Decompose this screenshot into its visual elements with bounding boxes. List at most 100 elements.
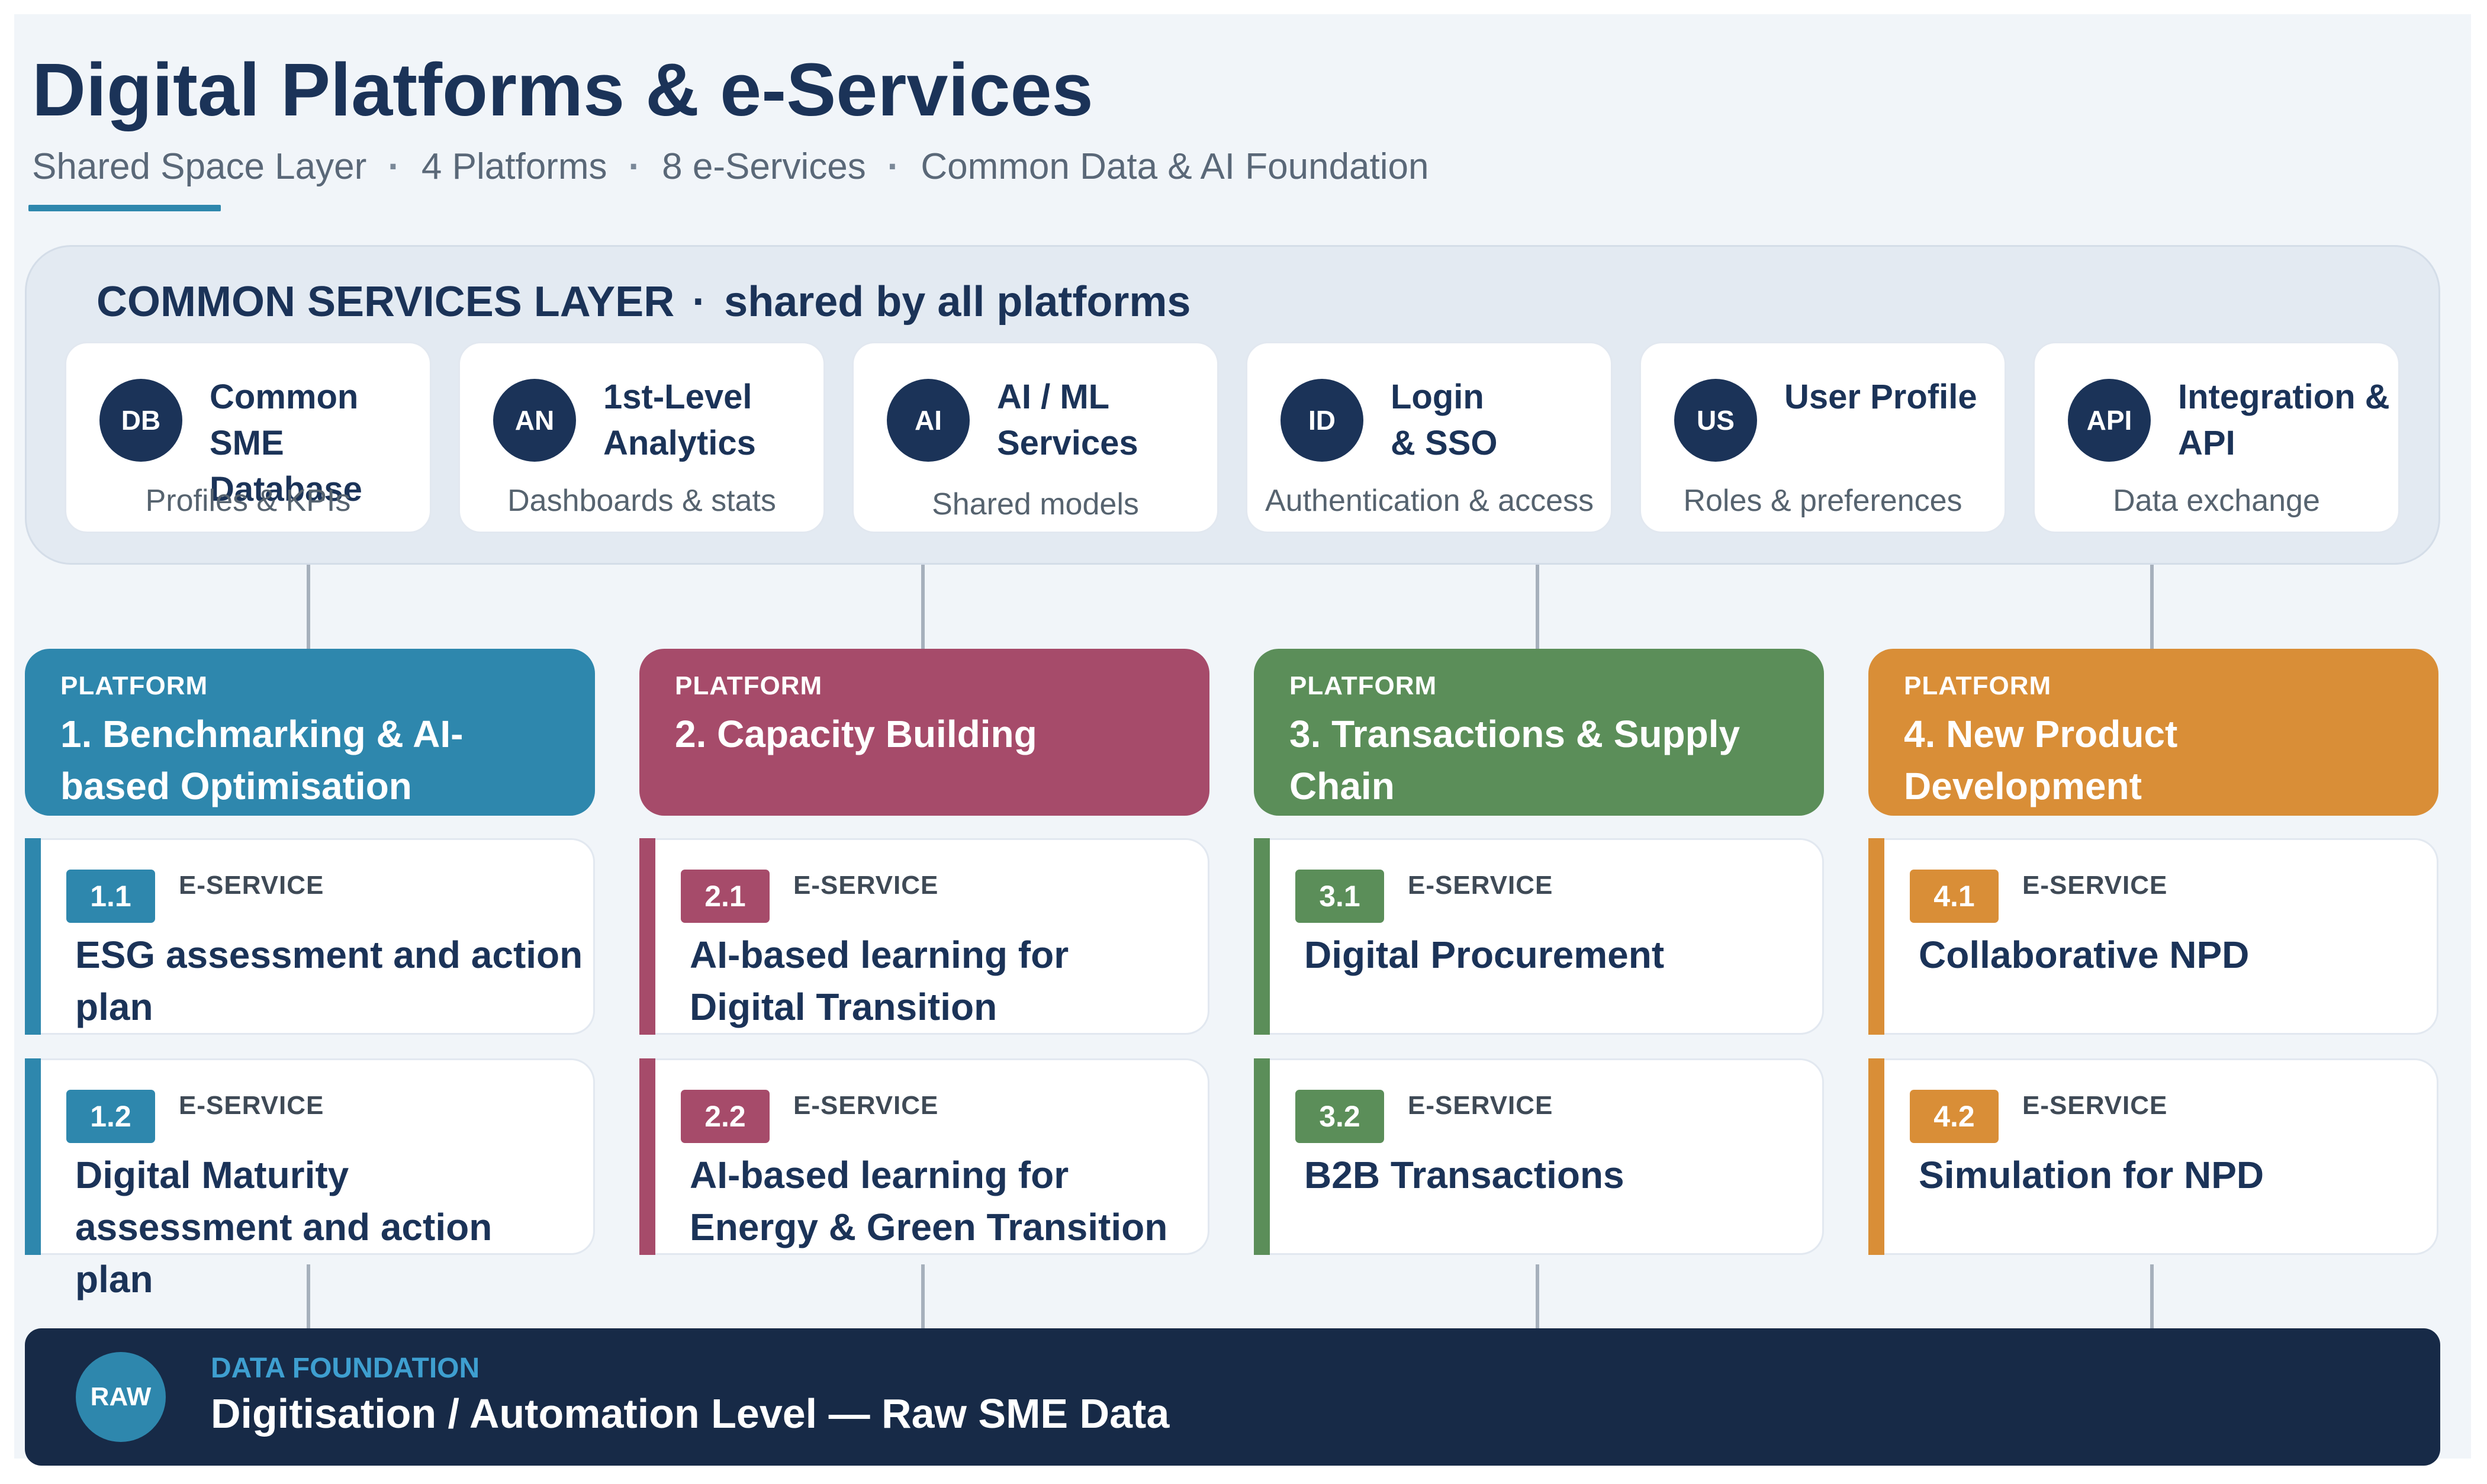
- service-card-database[interactable]: DB Common SME Database Profiles & KPIs: [65, 342, 432, 533]
- service-card-analytics[interactable]: AN 1st-Level Analytics Dashboards & stat…: [458, 342, 825, 533]
- eservice-card-2-1[interactable]: 2.1 E-SERVICE AI-based learning for Digi…: [639, 838, 1209, 1035]
- platform-label: PLATFORM: [1904, 671, 2052, 700]
- service-badge: API: [2068, 379, 2151, 462]
- connector-line: [2150, 565, 2154, 649]
- accent-bar: [1254, 838, 1270, 1035]
- service-card-user-profile[interactable]: US User Profile Roles & preferences: [1639, 342, 2006, 533]
- page-subtitle: Shared Space Layer · 4 Platforms · 8 e-S…: [32, 146, 1429, 188]
- eservice-name: AI-based learning for Digital Transition: [690, 933, 1069, 1028]
- eservice-number-badge: 1.1: [66, 870, 155, 923]
- platform-3-header[interactable]: PLATFORM 3. Transactions & Supply Chain: [1254, 649, 1824, 816]
- service-badge: DB: [99, 379, 182, 462]
- platform-label: PLATFORM: [60, 671, 208, 700]
- eservice-label: E-SERVICE: [793, 871, 939, 900]
- data-foundation-bar: RAW DATA FOUNDATION Digitisation / Autom…: [25, 1328, 2440, 1466]
- service-card-integration[interactable]: API Integration & API Data exchange: [2033, 342, 2400, 533]
- eservice-card-1-1[interactable]: 1.1 E-SERVICE ESG assessment and action …: [25, 838, 595, 1035]
- eservice-label: E-SERVICE: [2022, 871, 2168, 900]
- eservice-card-3-2[interactable]: 3.2 E-SERVICE B2B Transactions: [1254, 1058, 1824, 1255]
- page-background: Digital Platforms & e-Services Shared Sp…: [14, 14, 2471, 1466]
- raw-data-badge: RAW: [76, 1352, 166, 1442]
- eservice-name: Digital Maturity assessment and action p…: [75, 1154, 493, 1300]
- service-name: Login & SSO: [1391, 378, 1498, 462]
- eservice-label: E-SERVICE: [793, 1091, 939, 1120]
- eservice-card-4-1[interactable]: 4.1 E-SERVICE Collaborative NPD: [1868, 838, 2438, 1035]
- service-name: Integration & API: [2178, 378, 2390, 462]
- connector-line: [1536, 1264, 1539, 1328]
- connector-line: [921, 565, 925, 649]
- service-badge: AN: [493, 379, 576, 462]
- service-badge: US: [1674, 379, 1757, 462]
- title-underline: [28, 205, 221, 211]
- eservice-name: Simulation for NPD: [1919, 1154, 2264, 1196]
- service-badge: AI: [887, 379, 970, 462]
- accent-bar: [639, 1058, 655, 1255]
- eservice-card-2-2[interactable]: 2.2 E-SERVICE AI-based learning for Ener…: [639, 1058, 1209, 1255]
- platform-title: 1. Benchmarking & AI-based Optimisation: [60, 713, 464, 807]
- accent-bar: [639, 838, 655, 1035]
- separator-dot: ·: [388, 146, 400, 187]
- eservice-number-badge: 2.2: [681, 1090, 770, 1143]
- eservice-number-badge: 4.1: [1910, 870, 1999, 923]
- service-card-ai-ml[interactable]: AI AI / ML Services Shared models: [852, 342, 1219, 533]
- common-services-title: COMMON SERVICES LAYER: [96, 278, 675, 326]
- subtitle-layer: Shared Space Layer: [32, 146, 367, 187]
- connector-line: [1536, 565, 1539, 649]
- eservice-label: E-SERVICE: [1408, 871, 1553, 900]
- platform-2-header[interactable]: PLATFORM 2. Capacity Building: [639, 649, 1209, 816]
- eservice-label: E-SERVICE: [179, 1091, 324, 1120]
- eservice-number-badge: 2.1: [681, 870, 770, 923]
- platform-1-header[interactable]: PLATFORM 1. Benchmarking & AI-based Opti…: [25, 649, 595, 816]
- eservice-name: ESG assessment and action plan: [75, 933, 583, 1028]
- foundation-title: Digitisation / Automation Level — Raw SM…: [211, 1390, 1170, 1437]
- service-description: Dashboards & stats: [507, 484, 776, 518]
- common-services-heading: COMMON SERVICES LAYER · shared by all plat…: [96, 278, 1191, 326]
- separator-dot: ·: [628, 146, 641, 187]
- subtitle-foundation: Common Data & AI Foundation: [921, 146, 1429, 187]
- eservice-number-badge: 1.2: [66, 1090, 155, 1143]
- service-badge: ID: [1281, 379, 1363, 462]
- service-card-login[interactable]: ID Login & SSO Authentication & access: [1246, 342, 1613, 533]
- eservice-card-3-1[interactable]: 3.1 E-SERVICE Digital Procurement: [1254, 838, 1824, 1035]
- connector-line: [307, 565, 310, 649]
- service-description: Profiles & KPIs: [145, 484, 351, 518]
- eservice-number-badge: 4.2: [1910, 1090, 1999, 1143]
- connector-line: [921, 1264, 925, 1328]
- eservice-label: E-SERVICE: [2022, 1091, 2168, 1120]
- accent-bar: [25, 1058, 41, 1255]
- platform-label: PLATFORM: [675, 671, 823, 700]
- eservice-name: Digital Procurement: [1304, 933, 1665, 976]
- eservice-number-badge: 3.2: [1295, 1090, 1384, 1143]
- accent-bar: [1254, 1058, 1270, 1255]
- accent-bar: [25, 838, 41, 1035]
- service-description: Shared models: [932, 487, 1139, 522]
- accent-bar: [1868, 838, 1884, 1035]
- service-description: Roles & preferences: [1683, 484, 1962, 518]
- foundation-label: DATA FOUNDATION: [211, 1353, 480, 1384]
- eservice-label: E-SERVICE: [1408, 1091, 1553, 1120]
- eservice-name: B2B Transactions: [1304, 1154, 1624, 1196]
- platform-title: 3. Transactions & Supply Chain: [1289, 713, 1740, 807]
- connector-line: [2150, 1264, 2154, 1328]
- platform-4-header[interactable]: PLATFORM 4. New Product Development: [1868, 649, 2438, 816]
- eservice-name: Collaborative NPD: [1919, 933, 2250, 976]
- subtitle-eservices: 8 e-Services: [662, 146, 866, 187]
- separator-dot: ·: [692, 278, 707, 326]
- eservice-card-1-2[interactable]: 1.2 E-SERVICE Digital Maturity assessmen…: [25, 1058, 595, 1300]
- service-description: Data exchange: [2113, 484, 2320, 518]
- service-name: 1st-Level Analytics: [603, 378, 756, 462]
- platform-label: PLATFORM: [1289, 671, 1437, 700]
- service-name: AI / ML Services: [997, 378, 1138, 462]
- service-name: User Profile: [1784, 378, 1977, 416]
- common-services-subtitle: shared by all platforms: [724, 278, 1191, 326]
- platform-title: 2. Capacity Building: [675, 713, 1037, 755]
- service-description: Authentication & access: [1265, 484, 1594, 518]
- eservice-label: E-SERVICE: [179, 871, 324, 900]
- subtitle-platforms: 4 Platforms: [421, 146, 607, 187]
- common-services-list: DB Common SME Database Profiles & KPIs A…: [65, 342, 2400, 533]
- eservice-card-4-2[interactable]: 4.2 E-SERVICE Simulation for NPD: [1868, 1058, 2438, 1255]
- common-services-layer: COMMON SERVICES LAYER · shared by all plat…: [25, 245, 2440, 565]
- eservice-name: AI-based learning for Energy & Green Tra…: [690, 1154, 1168, 1248]
- page-title: Digital Platforms & e-Services: [32, 48, 1093, 131]
- separator-dot: ·: [887, 146, 900, 187]
